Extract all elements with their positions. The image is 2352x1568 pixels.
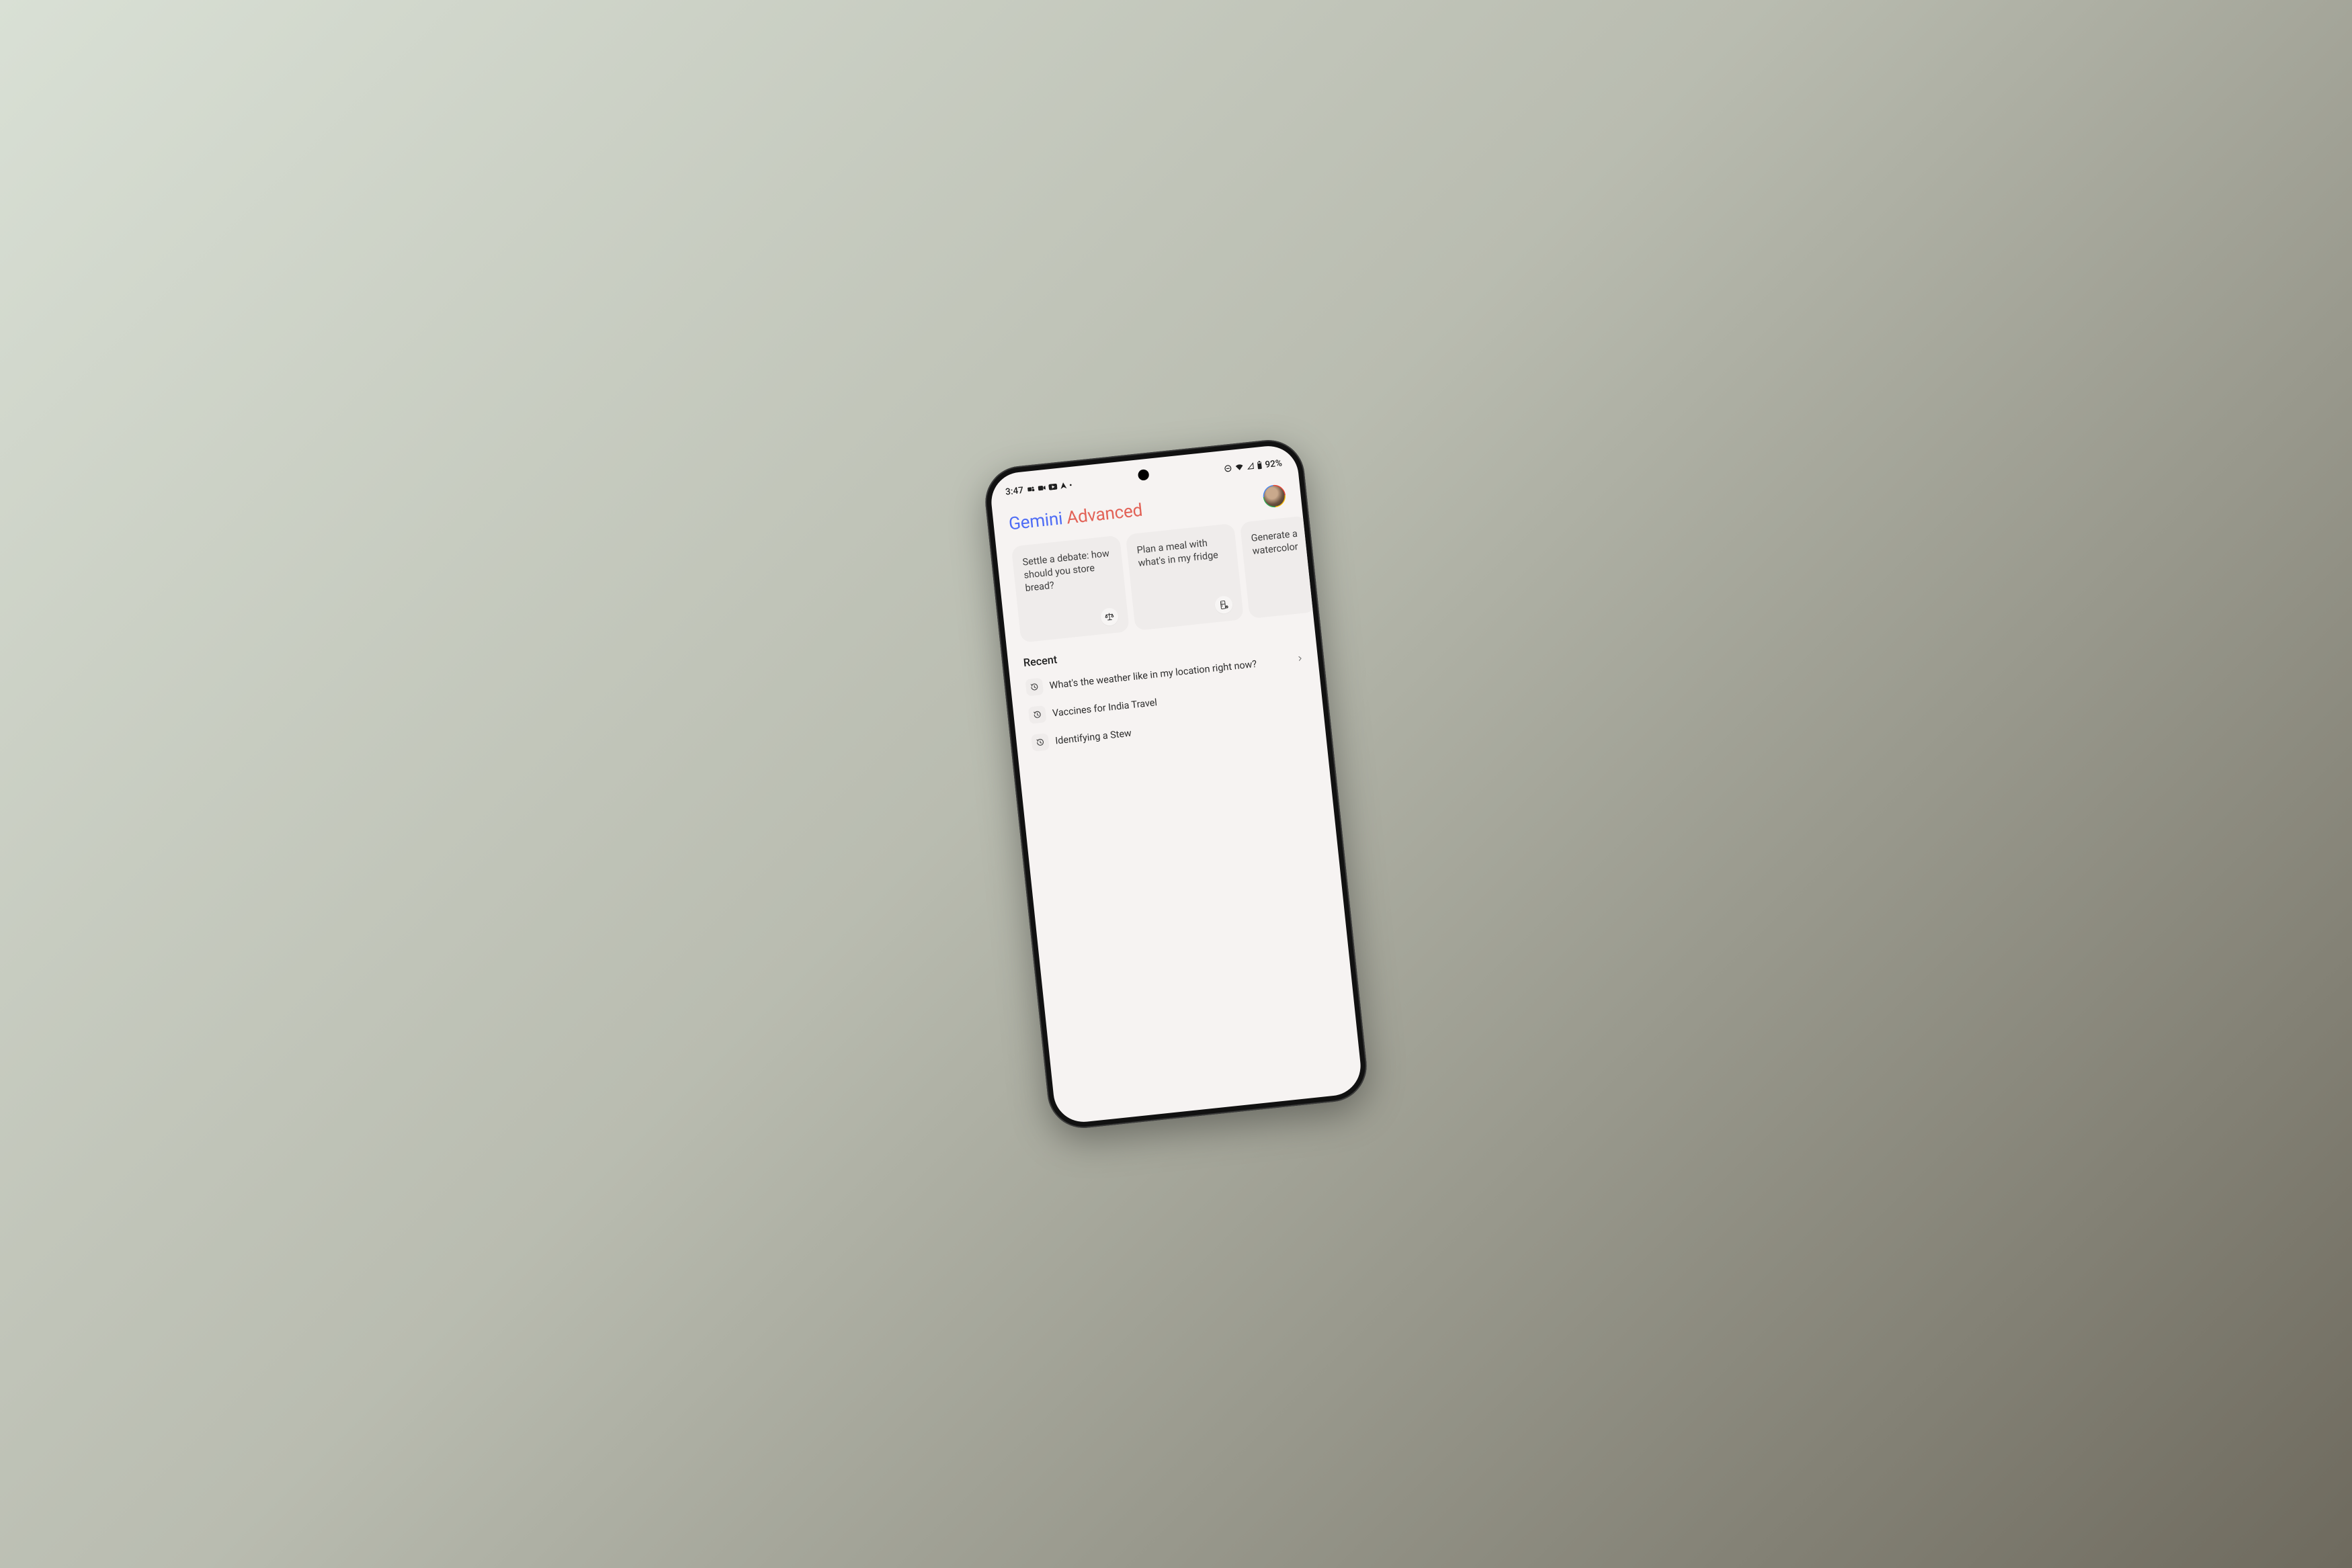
scale-icon xyxy=(1100,607,1120,627)
phone-frame: 3:47 xyxy=(982,437,1370,1131)
suggestion-card-text: Settle a debate: how should you store br… xyxy=(1022,546,1116,595)
suggestion-card-text: Generate a watercolor xyxy=(1251,527,1300,558)
status-time: 3:47 xyxy=(1005,485,1023,497)
status-notification-icons xyxy=(1027,481,1072,494)
wifi-icon xyxy=(1234,463,1245,471)
video-icon xyxy=(1038,484,1046,491)
cellular-icon xyxy=(1247,462,1255,470)
youtube-icon xyxy=(1048,484,1057,490)
screen: 3:47 xyxy=(989,443,1363,1125)
title-word-gemini: Gemini xyxy=(1008,508,1064,534)
battery-percent: 92% xyxy=(1265,458,1283,470)
avatar-image xyxy=(1263,485,1286,508)
suggestion-card[interactable]: Plan a meal with what's in my fridge xyxy=(1126,523,1244,631)
suggestion-card[interactable]: Generate a watercolor xyxy=(1240,516,1313,619)
fridge-icon xyxy=(1214,595,1234,615)
chevron-right-icon xyxy=(1296,654,1306,663)
history-icon xyxy=(1028,705,1047,724)
suggestion-card[interactable]: Settle a debate: how should you store br… xyxy=(1011,535,1130,643)
profile-avatar[interactable] xyxy=(1262,484,1287,509)
battery-icon xyxy=(1257,461,1262,470)
dnd-icon xyxy=(1224,464,1232,473)
teams-icon xyxy=(1027,485,1036,494)
status-right: 92% xyxy=(1224,458,1283,474)
suggestion-card-text: Plan a meal with what's in my fridge xyxy=(1136,535,1228,570)
send-icon xyxy=(1060,482,1067,490)
title-word-advanced: Advanced xyxy=(1066,500,1144,528)
overflow-dot-icon xyxy=(1070,484,1072,486)
history-icon xyxy=(1031,733,1050,752)
history-icon xyxy=(1025,678,1044,697)
